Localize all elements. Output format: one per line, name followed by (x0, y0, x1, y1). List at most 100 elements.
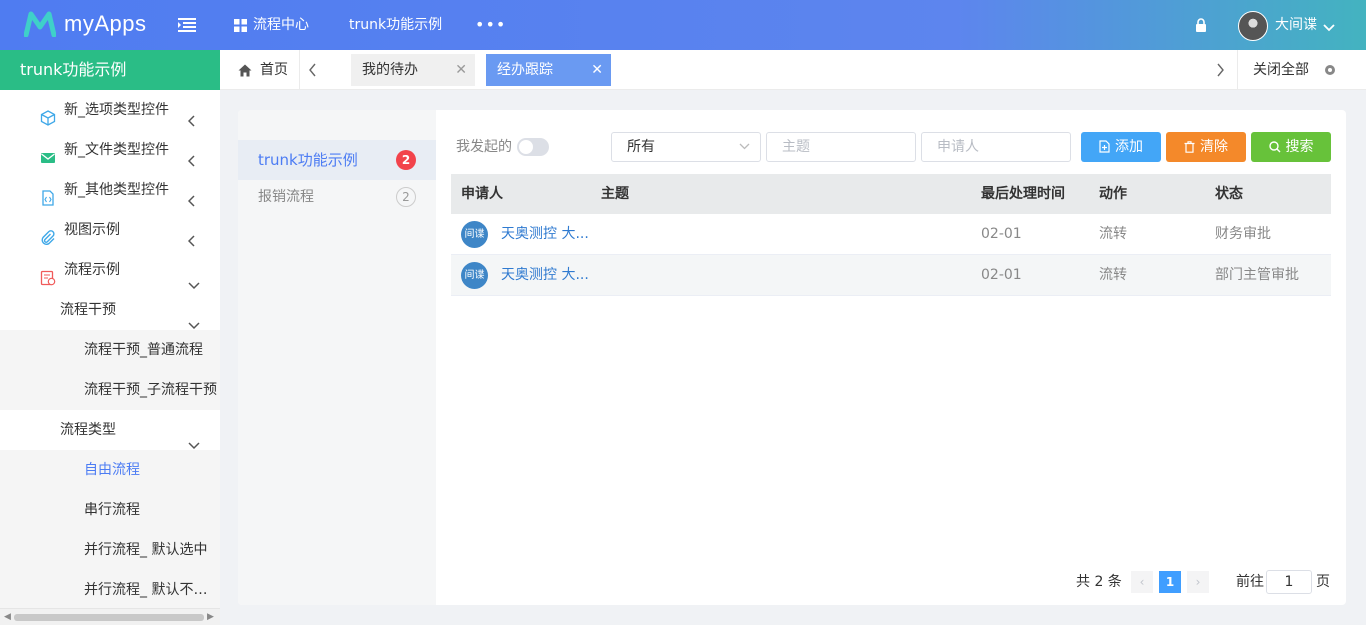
lock-icon[interactable] (1195, 18, 1207, 36)
clear-button-label: 清除 (1200, 139, 1228, 155)
sidebar-item-option-controls[interactable]: 新_选项类型控件 (0, 90, 220, 130)
category-trunk-demo[interactable]: trunk功能示例 2 (238, 140, 436, 180)
status-select[interactable]: 所有 (611, 132, 761, 162)
scroll-right-icon[interactable]: ▶ (207, 612, 214, 622)
subject-input[interactable]: 主题 (766, 132, 916, 162)
time-cell: 02-01 (981, 267, 1022, 283)
sidebar-item-parallel-unselected[interactable]: 并行流程_ 默认不选中 (0, 570, 220, 610)
column-header[interactable]: 最后处理时间 (981, 174, 1099, 214)
sidebar-item-label: 串行流程 (84, 502, 140, 518)
clear-button[interactable]: 清除 (1166, 132, 1246, 162)
tab-bar: 首页 我的待办 ✕ 经办跟踪 ✕ 关闭全部 (220, 50, 1366, 90)
nav-flow-center[interactable]: 流程中心 (234, 0, 309, 50)
column-header[interactable]: 状态 (1215, 174, 1331, 214)
home-icon (238, 64, 252, 76)
count-badge: 2 (396, 187, 416, 207)
sidebar-title: trunk功能示例 (0, 50, 220, 90)
add-button[interactable]: 添加 (1081, 132, 1161, 162)
tab-my-todo[interactable]: 我的待办 ✕ (351, 54, 475, 86)
status-cell: 财务审批 (1215, 226, 1271, 242)
app-name: myApps (64, 11, 147, 36)
sidebar-item-parallel-selected[interactable]: 并行流程_ 默认选中 (0, 530, 220, 570)
tab-tracking[interactable]: 经办跟踪 ✕ (486, 54, 611, 86)
sidebar-item-label: 流程干预_普通流程 (84, 342, 203, 358)
sidebar-item-label: 流程干预_子流程干预 (84, 382, 217, 398)
count-badge: 2 (396, 150, 416, 170)
applicant-cell: 间谍 天奥测控 大... (451, 214, 601, 254)
sidebar-item-flow-examples[interactable]: 流程示例 (0, 250, 220, 290)
sidebar-item-label: 流程类型 (60, 422, 116, 438)
toggle-knob (519, 140, 533, 154)
chevron-right-icon[interactable] (1216, 63, 1224, 81)
tab-home[interactable]: 首页 (238, 50, 288, 90)
action-cell: 流转 (1099, 267, 1127, 283)
scrollbar-thumb[interactable] (14, 614, 204, 621)
close-all-button[interactable]: 关闭全部 (1253, 50, 1309, 90)
mine-toggle[interactable] (517, 138, 549, 156)
sidebar-horizontal-scrollbar[interactable]: ◀ ▶ (0, 608, 220, 625)
app-logo[interactable]: myApps (24, 11, 146, 37)
sidebar: trunk功能示例 新_选项类型控件 新_文件类型控件 新_其他类型控件 视图示… (0, 50, 220, 625)
search-button-label: 搜索 (1285, 139, 1314, 155)
nav-trunk-demo[interactable]: trunk功能示例 (349, 0, 442, 50)
sidebar-item-label: 视图示例 (64, 222, 120, 238)
sidebar-item-free-flow[interactable]: 自由流程 (0, 450, 220, 490)
category-reimbursement[interactable]: 报销流程 2 (238, 177, 436, 217)
page-number-button[interactable]: 1 (1159, 571, 1181, 593)
subject-cell (601, 255, 981, 295)
next-page-button[interactable]: › (1187, 571, 1209, 593)
category-panel: trunk功能示例 2 报销流程 2 (238, 110, 436, 605)
close-icon[interactable]: ✕ (455, 54, 467, 86)
sidebar-item-serial-flow[interactable]: 串行流程 (0, 490, 220, 530)
status-select-value: 所有 (627, 139, 655, 155)
table-row[interactable]: 间谍 天奥测控 大... 02-01 流转 部门主管审批 (451, 255, 1331, 296)
applicant-link[interactable]: 天奥测控 大... (501, 214, 589, 254)
mine-label: 我发起的 (456, 139, 512, 155)
sidebar-item-flow-intervention[interactable]: 流程干预 (0, 290, 220, 330)
logo-m-icon (24, 11, 56, 37)
cube-icon (40, 102, 56, 126)
table-row[interactable]: 间谍 天奥测控 大... 02-01 流转 财务审批 (451, 214, 1331, 255)
category-label: 报销流程 (258, 189, 314, 205)
search-button[interactable]: 搜索 (1251, 132, 1331, 162)
add-file-icon (1099, 140, 1110, 153)
sidebar-item-file-controls[interactable]: 新_文件类型控件 (0, 130, 220, 170)
column-header[interactable]: 主题 (601, 174, 981, 214)
total-count: 共 2 条 (1076, 574, 1122, 590)
user-name[interactable]: 大间谍 (1275, 0, 1317, 50)
applicant-cell: 间谍 天奥测控 大... (451, 255, 601, 295)
nav-flow-center-label: 流程中心 (253, 17, 309, 33)
sidebar-item-label: 并行流程_ 默认不选中 (84, 582, 218, 598)
sidebar-item-label: 流程示例 (64, 262, 120, 278)
chevron-left-icon[interactable] (309, 63, 317, 81)
close-icon[interactable]: ✕ (591, 54, 603, 86)
applicant-input[interactable]: 申请人 (921, 132, 1071, 162)
grid-icon (234, 18, 247, 32)
applicant-link[interactable]: 天奥测控 大... (501, 255, 589, 295)
goto-page-input[interactable]: 1 (1266, 570, 1312, 594)
sidebar-item-intervention-subflow[interactable]: 流程干预_子流程干预 (0, 370, 220, 410)
sidebar-item-intervention-normal[interactable]: 流程干预_普通流程 (0, 330, 220, 370)
gear-icon[interactable] (1323, 63, 1337, 81)
chevron-down-icon[interactable] (1323, 20, 1335, 36)
menu-toggle-icon[interactable] (178, 17, 196, 33)
user-avatar[interactable] (1238, 11, 1268, 41)
scroll-left-icon[interactable]: ◀ (4, 612, 11, 622)
goto-label: 前往 (1236, 574, 1264, 590)
category-label: trunk功能示例 (258, 151, 358, 169)
main-card: trunk功能示例 2 报销流程 2 我发起的 所有 主题 申请人 添加 清除 … (238, 110, 1346, 605)
mail-icon (40, 142, 56, 163)
column-header[interactable]: 申请人 (451, 174, 601, 214)
column-header[interactable]: 动作 (1099, 174, 1215, 214)
sidebar-item-label: 自由流程 (84, 462, 140, 478)
status-cell: 部门主管审批 (1215, 267, 1299, 283)
flow-doc-icon (40, 262, 56, 286)
sidebar-item-other-controls[interactable]: 新_其他类型控件 (0, 170, 220, 210)
sidebar-item-flow-types[interactable]: 流程类型 (0, 410, 220, 450)
nav-more-button[interactable]: ••• (475, 0, 506, 50)
sidebar-item-view-examples[interactable]: 视图示例 (0, 210, 220, 250)
prev-page-button[interactable]: ‹ (1131, 571, 1153, 593)
tracking-table: 申请人 主题 最后处理时间 动作 状态 间谍 天奥测控 大... 02-01 流… (451, 174, 1331, 296)
divider (1237, 50, 1238, 90)
sidebar-item-label: 新_选项类型控件 (64, 102, 169, 118)
